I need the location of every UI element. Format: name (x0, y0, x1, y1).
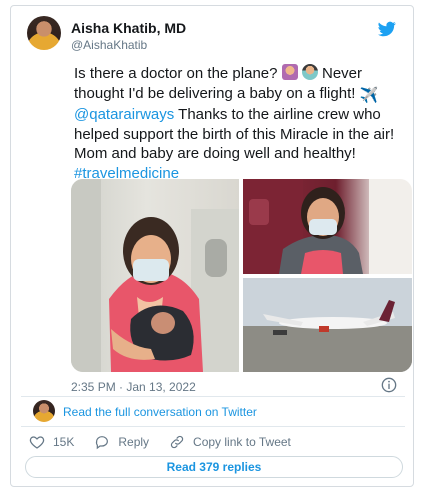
like-button[interactable]: 15K (29, 434, 74, 450)
photo-plane-on-tarmac[interactable] (243, 278, 412, 372)
mention-link[interactable]: @qatarairways (74, 106, 174, 123)
twitter-bird-icon[interactable] (377, 20, 397, 38)
woman-raising-hand-emoji-icon (281, 64, 298, 80)
copy-link-label: Copy link to Tweet (193, 435, 291, 449)
tweet-media-grid[interactable] (71, 179, 412, 372)
link-icon (170, 435, 184, 449)
read-replies-button[interactable]: Read 379 replies (25, 456, 403, 478)
divider (21, 426, 405, 427)
read-full-conversation-link[interactable]: Read the full conversation on Twitter (63, 405, 257, 419)
conversation-avatar (33, 400, 55, 422)
like-count: 15K (53, 435, 75, 449)
reply-icon (96, 436, 109, 450)
photo-doctor-selfie[interactable] (243, 179, 412, 274)
tweet-actions: 15K Reply Copy link to Tweet (29, 434, 311, 450)
author-avatar[interactable] (27, 16, 61, 50)
reply-button[interactable]: Reply (94, 434, 149, 450)
tweet-text-line1a: Is there a doctor on the plane? (74, 65, 282, 82)
tweet-text: Is there a doctor on the plane? Never th… (74, 64, 414, 183)
tweet-timestamp[interactable]: 2:35 PM · Jan 13, 2022 (71, 380, 196, 394)
airplane-emoji-icon: ✈️ (359, 86, 379, 104)
photo-doctor-with-baby[interactable] (71, 179, 239, 372)
copy-link-button[interactable]: Copy link to Tweet (169, 434, 291, 450)
divider (21, 396, 405, 397)
reply-label: Reply (118, 435, 150, 449)
info-icon[interactable] (381, 377, 397, 393)
author-name[interactable]: Aisha Khatib, MD (71, 20, 186, 36)
author-handle[interactable]: @AishaKhatib (71, 38, 147, 52)
heart-icon (29, 436, 45, 449)
health-worker-emoji-icon (301, 64, 318, 80)
embedded-tweet-card: Aisha Khatib, MD @AishaKhatib Is there a… (10, 5, 414, 487)
tweet-text-line2: I'd be delivering a baby on a flight! (128, 84, 360, 102)
